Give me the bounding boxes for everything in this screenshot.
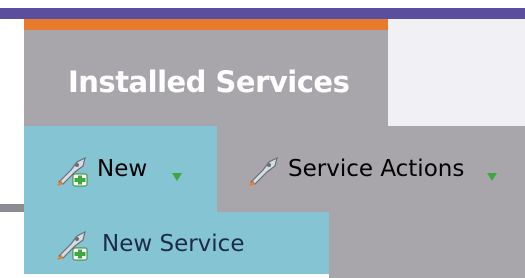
new-button[interactable]: New bbox=[24, 126, 217, 212]
caret-down-icon bbox=[487, 166, 497, 185]
caret-down-icon bbox=[172, 166, 182, 185]
service-actions-button[interactable]: Service Actions bbox=[217, 126, 525, 212]
menu-item-label: New Service bbox=[102, 231, 245, 257]
tab-accent-bar bbox=[24, 19, 388, 30]
tab-title: Installed Services bbox=[68, 65, 350, 99]
rocket-add-icon bbox=[55, 230, 91, 262]
rocket-add-icon bbox=[55, 156, 91, 188]
dropdown-backdrop bbox=[329, 212, 525, 278]
tab-installed-services[interactable]: Installed Services bbox=[24, 19, 388, 126]
top-strip bbox=[0, 0, 525, 8]
menu-item-new-service[interactable]: New Service bbox=[24, 212, 329, 274]
rocket-icon bbox=[247, 156, 283, 188]
new-dropdown-menu: New Service bbox=[24, 212, 329, 274]
toolbar-edge bbox=[0, 204, 24, 212]
left-edge bbox=[0, 19, 24, 278]
service-actions-label: Service Actions bbox=[288, 156, 465, 182]
new-button-label: New bbox=[97, 156, 148, 182]
header-bar bbox=[0, 8, 525, 19]
tab-strip-background bbox=[388, 19, 525, 126]
